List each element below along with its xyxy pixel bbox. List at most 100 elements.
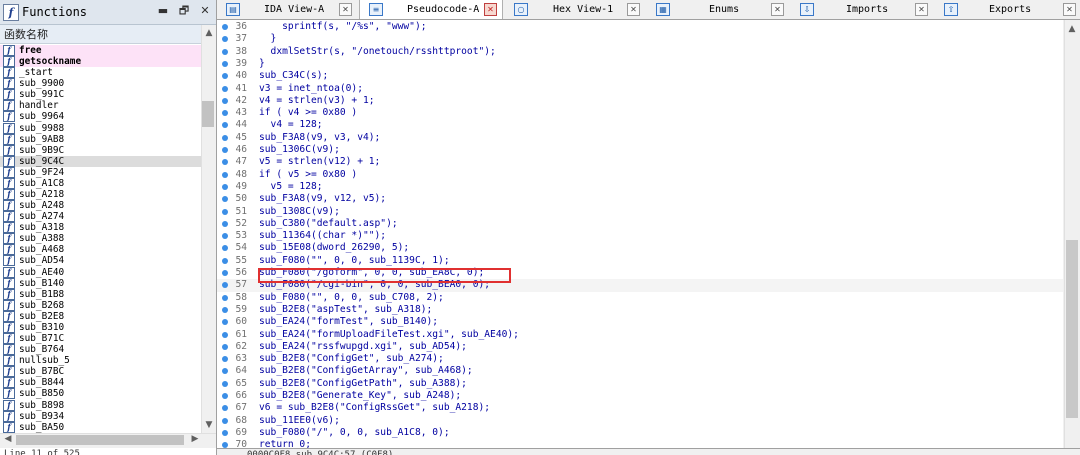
function-list-item[interactable]: f sub_B310 [0,321,201,333]
breakpoint-dot-icon[interactable] [222,306,228,313]
code-line[interactable]: 44 v4 = 128; [217,119,1063,131]
breakpoint-dot-icon[interactable] [222,208,228,215]
function-list-item[interactable]: f sub_B898 [0,399,201,411]
breakpoint-dot-icon[interactable] [222,60,228,67]
code-line[interactable]: 65 sub_B2E8("ConfigGetPath", sub_A388); [217,378,1063,390]
breakpoint-dot-icon[interactable] [222,294,228,301]
function-list-item[interactable]: f sub_9900 [0,78,201,90]
breakpoint-dot-icon[interactable] [222,319,228,326]
breakpoint-dot-icon[interactable] [222,36,228,43]
function-list-item[interactable]: f getsockname [0,56,201,68]
code-line[interactable]: 42 v4 = strlen(v3) + 1; [217,95,1063,107]
function-list-item[interactable]: f sub_BA50 [0,421,201,433]
breakpoint-dot-icon[interactable] [222,282,228,289]
function-list-item[interactable]: f sub_A468 [0,244,201,256]
breakpoint-dot-icon[interactable] [222,159,228,166]
breakpoint-dot-icon[interactable] [222,417,228,424]
code-line[interactable]: 64 sub_B2E8("ConfigGetArray", sub_A468); [217,365,1063,377]
code-line[interactable]: 67 v6 = sub_B2E8("ConfigRssGet", sub_A218… [217,402,1063,414]
breakpoint-dot-icon[interactable] [222,343,228,350]
code-line[interactable]: 50 sub_F3A8(v9, v12, v5); [217,193,1063,205]
code-line[interactable]: 38 dxmlSetStr(s, "/onetouch/rsshttproot"… [217,46,1063,58]
close-tab-icon[interactable]: ✕ [915,3,928,16]
tab-hex-view[interactable]: ○ Hex View-1 ✕ [505,0,645,19]
pseudocode-view[interactable]: 36 sprintf(s, "/%s", "www"); 37 } 38 dxmlS… [217,20,1063,448]
breakpoint-dot-icon[interactable] [222,24,228,30]
code-line[interactable]: 70 return 0; [217,439,1063,448]
code-line[interactable]: 61 sub_EA24("formUploadFileTest.xgi", sub… [217,329,1063,341]
code-line[interactable]: 69 sub_F080("/", 0, 0, sub_A1C8, 0); [217,427,1063,439]
function-list-item[interactable]: f sub_9AB8 [0,133,201,145]
code-line[interactable]: 62 sub_EA24("rssfwupgd.xgi", sub_AD54); [217,341,1063,353]
code-line[interactable]: 47 v5 = strlen(v12) + 1; [217,156,1063,168]
code-line[interactable]: 43 if ( v4 >= 0x80 ) [217,107,1063,119]
breakpoint-dot-icon[interactable] [222,183,228,190]
functions-horizontal-thumb[interactable] [16,435,184,445]
scroll-up-icon[interactable]: ▲ [1065,24,1079,34]
functions-vertical-scrollbar[interactable] [201,25,216,433]
function-list-item[interactable]: f _start [0,67,201,79]
breakpoint-dot-icon[interactable] [222,257,228,264]
function-list-item[interactable]: f sub_A248 [0,200,201,212]
function-list-item[interactable]: f sub_A1C8 [0,177,201,189]
breakpoint-dot-icon[interactable] [222,368,228,375]
functions-scroll-thumb[interactable] [202,101,214,127]
tab-imports[interactable]: ⇩ Imports ✕ [791,0,933,19]
function-list-item[interactable]: f sub_B1B8 [0,288,201,300]
function-list-item[interactable]: f sub_B268 [0,299,201,311]
function-list-item[interactable]: f sub_A318 [0,222,201,234]
function-list-item[interactable]: f sub_B844 [0,377,201,389]
tab-ida-view[interactable]: ▤ IDA View-A ✕ [217,0,357,19]
close-tab-icon[interactable]: ✕ [484,3,497,16]
breakpoint-dot-icon[interactable] [222,122,228,129]
code-line[interactable]: 66 sub_B2E8("Generate_Key", sub_A248); [217,390,1063,402]
code-line[interactable]: 40 sub_C34C(s); [217,70,1063,82]
code-line[interactable]: 55 sub_F080("", 0, 0, sub_1139C, 1); [217,255,1063,267]
breakpoint-dot-icon[interactable] [222,85,228,92]
function-list-item[interactable]: f handler [0,100,201,112]
function-list-item[interactable]: f sub_A388 [0,233,201,245]
code-scroll-thumb[interactable] [1066,240,1078,418]
breakpoint-dot-icon[interactable] [222,196,228,203]
function-list-item[interactable]: f sub_AD54 [0,255,201,267]
function-list-item[interactable]: f sub_9C4C [0,155,201,167]
function-list-item[interactable]: f sub_B850 [0,388,201,400]
breakpoint-dot-icon[interactable] [222,380,228,387]
close-tab-icon[interactable]: ✕ [339,3,352,16]
code-line[interactable]: 53 sub_11364((char *)""); [217,230,1063,242]
function-list-item[interactable]: f sub_B7BC [0,366,201,378]
function-list-item[interactable]: f sub_B71C [0,333,201,345]
scroll-down-icon[interactable]: ▼ [202,420,216,430]
close-tab-icon[interactable]: ✕ [1063,3,1076,16]
breakpoint-dot-icon[interactable] [222,48,228,55]
breakpoint-dot-icon[interactable] [222,245,228,252]
breakpoint-dot-icon[interactable] [222,134,228,141]
function-list-item[interactable]: f sub_A218 [0,189,201,201]
tab-pseudocode[interactable]: ≡ Pseudocode-A ✕ [359,0,503,19]
minimize-icon[interactable]: ▬ [156,4,170,18]
code-line[interactable]: 45 sub_F3A8(v9, v3, v4); [217,132,1063,144]
code-line[interactable]: 51 sub_1308C(v9); [217,206,1063,218]
breakpoint-dot-icon[interactable] [222,356,228,363]
function-name-column-header[interactable]: 函数名称 [0,25,201,44]
code-line[interactable]: 68 sub_11EE0(v6); [217,415,1063,427]
code-line[interactable]: 37 } [217,33,1063,45]
code-line[interactable]: 54 sub_15E08(dword_26290, 5); [217,242,1063,254]
breakpoint-dot-icon[interactable] [222,220,228,227]
breakpoint-dot-icon[interactable] [222,97,228,104]
code-line[interactable]: 60 sub_EA24("formTest", sub_B140); [217,316,1063,328]
code-line[interactable]: 63 sub_B2E8("ConfigGet", sub_A274); [217,353,1063,365]
function-list-item[interactable]: f sub_9964 [0,111,201,123]
close-tab-icon[interactable]: ✕ [771,3,784,16]
breakpoint-dot-icon[interactable] [222,331,228,338]
code-line[interactable]: 49 v5 = 128; [217,181,1063,193]
function-list-item[interactable]: f sub_B2E8 [0,310,201,322]
function-list-item[interactable]: f sub_9988 [0,122,201,134]
function-list-item[interactable]: f sub_9B9C [0,144,201,156]
code-line[interactable]: 41 v3 = inet_ntoa(0); [217,83,1063,95]
close-icon[interactable]: ✕ [198,4,212,18]
code-line[interactable]: 48 if ( v5 >= 0x80 ) [217,169,1063,181]
code-line[interactable]: 52 sub_C380("default.asp"); [217,218,1063,230]
breakpoint-dot-icon[interactable] [222,171,228,178]
function-list-item[interactable]: f free [0,45,201,57]
